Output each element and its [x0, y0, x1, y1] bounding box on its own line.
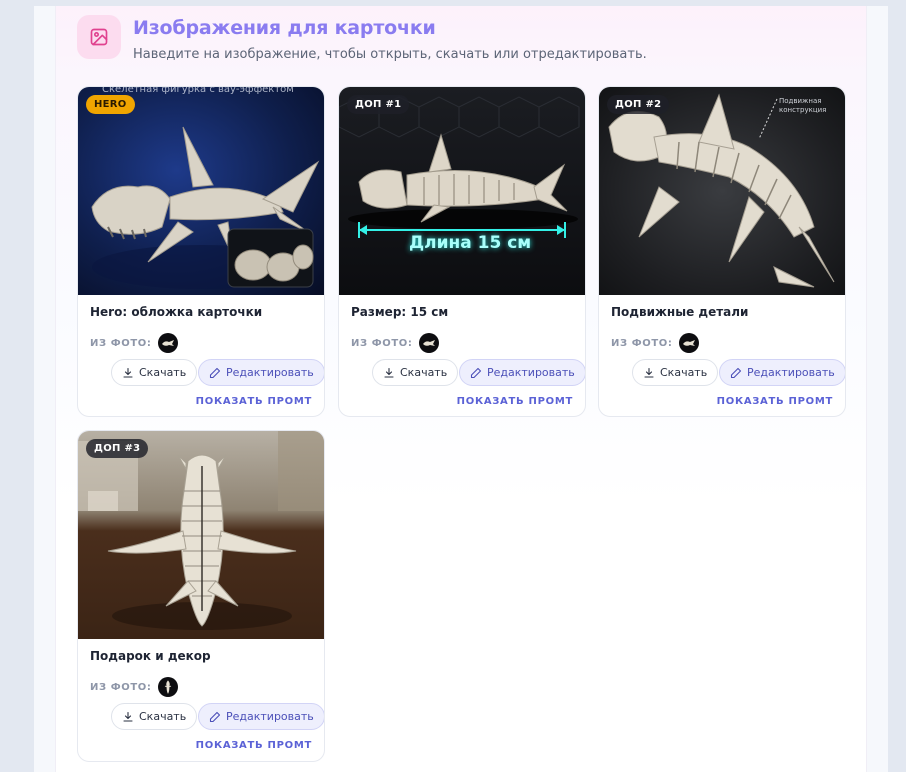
download-icon — [123, 711, 133, 722]
card-title: Подарок и декор — [90, 649, 211, 663]
card-image-extra-1[interactable]: Длина 15 см ДОП #1 — [339, 87, 585, 295]
from-photo-label: ИЗ ФОТО: — [611, 337, 673, 349]
download-label: Скачать — [400, 366, 448, 379]
edit-label: Редактировать — [747, 366, 835, 379]
download-button[interactable]: Скачать — [632, 359, 719, 386]
from-photo-label: ИЗ ФОТО: — [351, 337, 413, 349]
image-icon — [77, 15, 121, 59]
image-card-extra-1: Длина 15 см ДОП #1 Размер: 15 см ИЗ ФОТО… — [338, 86, 586, 417]
image-card-extra-2: Подвижная конструкция ДОП #2 Подвижные д… — [598, 86, 846, 417]
download-label: Скачать — [139, 710, 187, 723]
card-images-panel: Изображения для карточки Наведите на изо… — [55, 6, 867, 772]
download-icon — [644, 367, 654, 378]
source-photo-thumbnail[interactable] — [157, 677, 178, 697]
from-photo-label: ИЗ ФОТО: — [90, 337, 152, 349]
badge-hero: HERO — [86, 95, 135, 114]
source-photo-thumbnail[interactable] — [418, 333, 439, 353]
download-button[interactable]: Скачать — [372, 359, 459, 386]
card-image-extra-3[interactable]: ДОП #3 — [78, 431, 324, 639]
download-label: Скачать — [139, 366, 187, 379]
download-button[interactable]: Скачать — [111, 703, 198, 730]
show-prompt-link[interactable]: ПОКАЗАТЬ ПРОМТ — [717, 396, 833, 407]
pencil-icon — [730, 367, 742, 378]
show-prompt-link[interactable]: ПОКАЗАТЬ ПРОМТ — [196, 740, 312, 751]
edit-label: Редактировать — [226, 366, 314, 379]
section-subtitle: Наведите на изображение, чтобы открыть, … — [133, 47, 647, 62]
pencil-icon — [470, 367, 482, 378]
from-photo-label: ИЗ ФОТО: — [90, 681, 152, 693]
edit-label: Редактировать — [487, 366, 575, 379]
edit-label: Редактировать — [226, 710, 314, 723]
image-card-extra-3: ДОП #3 Подарок и декор ИЗ ФОТО: Скачать … — [77, 430, 325, 762]
image-card-hero: Скелетная фигурка с вау-эффектом HERO He… — [77, 86, 325, 417]
length-annotation: Длина 15 см — [409, 233, 532, 253]
show-prompt-link[interactable]: ПОКАЗАТЬ ПРОМТ — [196, 396, 312, 407]
card-image-extra-2[interactable]: Подвижная конструкция ДОП #2 — [599, 87, 845, 295]
download-icon — [123, 367, 133, 378]
from-photo-row: ИЗ ФОТО: — [351, 333, 439, 353]
from-photo-row: ИЗ ФОТО: — [90, 677, 178, 697]
from-photo-row: ИЗ ФОТО: — [90, 333, 178, 353]
edit-button[interactable]: Редактировать — [198, 703, 324, 730]
edit-button[interactable]: Редактировать — [459, 359, 585, 386]
source-photo-thumbnail[interactable] — [157, 333, 178, 353]
section-title: Изображения для карточки — [133, 17, 436, 39]
card-title: Размер: 15 см — [351, 305, 449, 319]
badge-extra-2: ДОП #2 — [607, 95, 670, 114]
download-icon — [384, 367, 394, 378]
download-button[interactable]: Скачать — [111, 359, 198, 386]
card-title: Подвижные детали — [611, 305, 749, 319]
download-label: Скачать — [660, 366, 708, 379]
card-image-hero[interactable]: Скелетная фигурка с вау-эффектом HERO — [78, 87, 324, 295]
pencil-icon — [209, 711, 221, 722]
from-photo-row: ИЗ ФОТО: — [611, 333, 699, 353]
edit-button[interactable]: Редактировать — [719, 359, 845, 386]
image-caption: Скелетная фигурка с вау-эффектом — [102, 87, 294, 95]
badge-extra-1: ДОП #1 — [347, 95, 410, 114]
pencil-icon — [209, 367, 221, 378]
badge-extra-3: ДОП #3 — [86, 439, 149, 458]
edit-button[interactable]: Редактировать — [198, 359, 324, 386]
card-title: Hero: обложка карточки — [90, 305, 263, 319]
show-prompt-link[interactable]: ПОКАЗАТЬ ПРОМТ — [457, 396, 573, 407]
image-caption: Подвижная конструкция — [779, 97, 827, 114]
source-photo-thumbnail[interactable] — [678, 333, 699, 353]
